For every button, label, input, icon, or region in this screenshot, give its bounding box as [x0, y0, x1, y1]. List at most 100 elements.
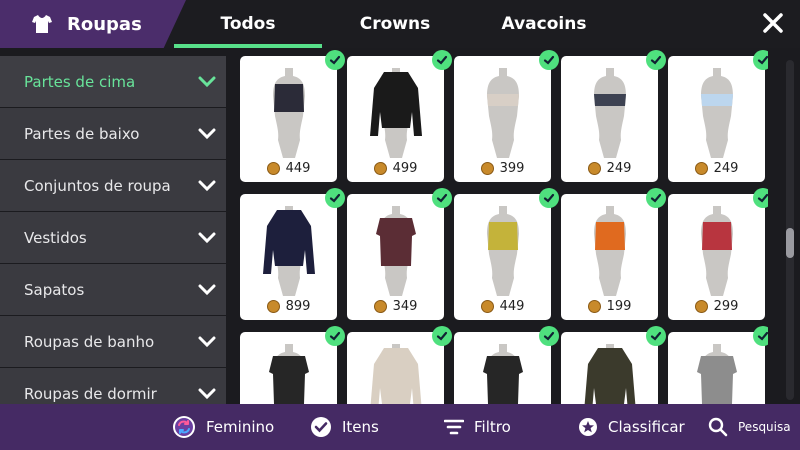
item-price: 199 [561, 299, 658, 314]
clothing-preview [262, 206, 315, 296]
chevron-down-icon [198, 232, 216, 243]
filter-icon [444, 419, 464, 435]
avacoin-icon [694, 300, 708, 313]
item-card[interactable] [240, 326, 345, 404]
item-card[interactable] [561, 326, 666, 404]
tab-label: Crowns [359, 14, 431, 34]
chevron-down-icon [198, 180, 216, 191]
owned-check-icon [325, 188, 345, 208]
avacoin-icon [694, 162, 708, 175]
item-card[interactable] [668, 326, 768, 404]
items-button[interactable]: Itens [310, 404, 379, 450]
sidebar-item-partes-de-baixo[interactable]: Partes de baixo [0, 108, 226, 159]
item-card[interactable]: 299 [668, 188, 768, 320]
item-card[interactable]: 249 [561, 50, 666, 182]
item-price: 399 [454, 161, 551, 176]
sidebar-item-sapatos[interactable]: Sapatos [0, 264, 226, 315]
price-value: 399 [499, 161, 525, 176]
item-card[interactable]: 399 [454, 50, 559, 182]
clothing-preview [486, 68, 519, 158]
item-grid: 449 499 399 249 249 899 349 449 199 299 [232, 48, 768, 404]
sidebar-item-roupas-de-dormir[interactable]: Roupas de dormir [0, 368, 226, 406]
avacoin-icon [373, 300, 387, 313]
item-price: 899 [240, 299, 337, 314]
avacoin-icon [266, 162, 280, 175]
filter-button[interactable]: Filtro [444, 404, 511, 450]
owned-check-icon [539, 188, 559, 208]
clothing-preview [593, 206, 626, 296]
search-label: Pesquisa [738, 420, 791, 434]
items-label: Itens [342, 418, 379, 436]
item-card[interactable]: 449 [240, 50, 345, 182]
tab-todos[interactable]: Todos [174, 0, 322, 48]
item-price: 249 [668, 161, 765, 176]
sidebar-item-partes-de-cima[interactable]: Partes de cima [0, 56, 226, 107]
sort-button[interactable]: Classificar [578, 404, 685, 450]
chevron-down-icon [198, 336, 216, 347]
owned-check-icon [325, 50, 345, 70]
item-card[interactable]: 499 [347, 50, 452, 182]
owned-check-icon [646, 50, 666, 70]
price-value: 499 [392, 161, 418, 176]
clothing-preview [370, 344, 421, 404]
price-value: 249 [606, 161, 632, 176]
sidebar-item-label: Sapatos [24, 280, 85, 299]
clothing-preview [369, 68, 422, 158]
price-value: 449 [499, 299, 525, 314]
close-icon[interactable] [762, 12, 784, 34]
item-price: 349 [347, 299, 444, 314]
sidebar-item-label: Partes de baixo [24, 124, 140, 143]
filter-label: Filtro [474, 418, 511, 436]
search-button[interactable]: Pesquisa [708, 404, 791, 450]
grid-scrollbar[interactable] [786, 60, 794, 400]
item-price: 499 [347, 161, 444, 176]
gender-label: Feminino [206, 418, 275, 436]
item-card[interactable] [347, 326, 452, 404]
item-card[interactable]: 449 [454, 188, 559, 320]
price-value: 899 [285, 299, 311, 314]
item-price: 449 [454, 299, 551, 314]
owned-check-icon [753, 50, 768, 70]
sidebar-item-conjuntos[interactable]: Conjuntos de roupa [0, 160, 226, 211]
item-price: 299 [668, 299, 765, 314]
scrollbar-thumb[interactable] [786, 228, 794, 258]
clothing-preview [486, 206, 519, 296]
sidebar-item-roupas-de-banho[interactable]: Roupas de banho [0, 316, 226, 367]
chevron-down-icon [198, 388, 216, 399]
sidebar-item-label: Partes de cima [24, 72, 136, 91]
price-value: 299 [713, 299, 739, 314]
price-value: 449 [285, 161, 311, 176]
avacoin-icon [480, 162, 494, 175]
tab-avacoins[interactable]: Avacoins [468, 0, 620, 48]
swap-icon [173, 416, 195, 438]
item-card[interactable]: 199 [561, 188, 666, 320]
clothing-preview [696, 344, 737, 404]
chevron-down-icon [198, 284, 216, 295]
sidebar-item-vestidos[interactable]: Vestidos [0, 212, 226, 263]
owned-check-icon [432, 326, 452, 346]
item-card[interactable]: 899 [240, 188, 345, 320]
clothing-preview [700, 206, 733, 296]
avacoin-icon [587, 162, 601, 175]
avacoin-icon [480, 300, 494, 313]
chevron-down-icon [198, 76, 216, 87]
category-sidebar: Partes de cima Partes de baixo Conjuntos… [0, 56, 226, 406]
price-value: 349 [392, 299, 418, 314]
clothing-preview [593, 68, 626, 158]
owned-check-icon [753, 188, 768, 208]
tab-label: Todos [220, 14, 276, 34]
gender-button[interactable]: Feminino [172, 404, 274, 450]
brand-header: Roupas [0, 0, 186, 48]
item-card[interactable]: 349 [347, 188, 452, 320]
owned-check-icon [539, 326, 559, 346]
sidebar-item-label: Vestidos [24, 228, 87, 247]
owned-check-icon [325, 326, 345, 346]
avacoin-icon [587, 300, 601, 313]
item-price: 249 [561, 161, 658, 176]
item-card[interactable] [454, 326, 559, 404]
price-value: 199 [606, 299, 632, 314]
shirt-icon [32, 15, 52, 33]
owned-check-icon [753, 326, 768, 346]
item-card[interactable]: 249 [668, 50, 768, 182]
tab-crowns[interactable]: Crowns [322, 0, 468, 48]
